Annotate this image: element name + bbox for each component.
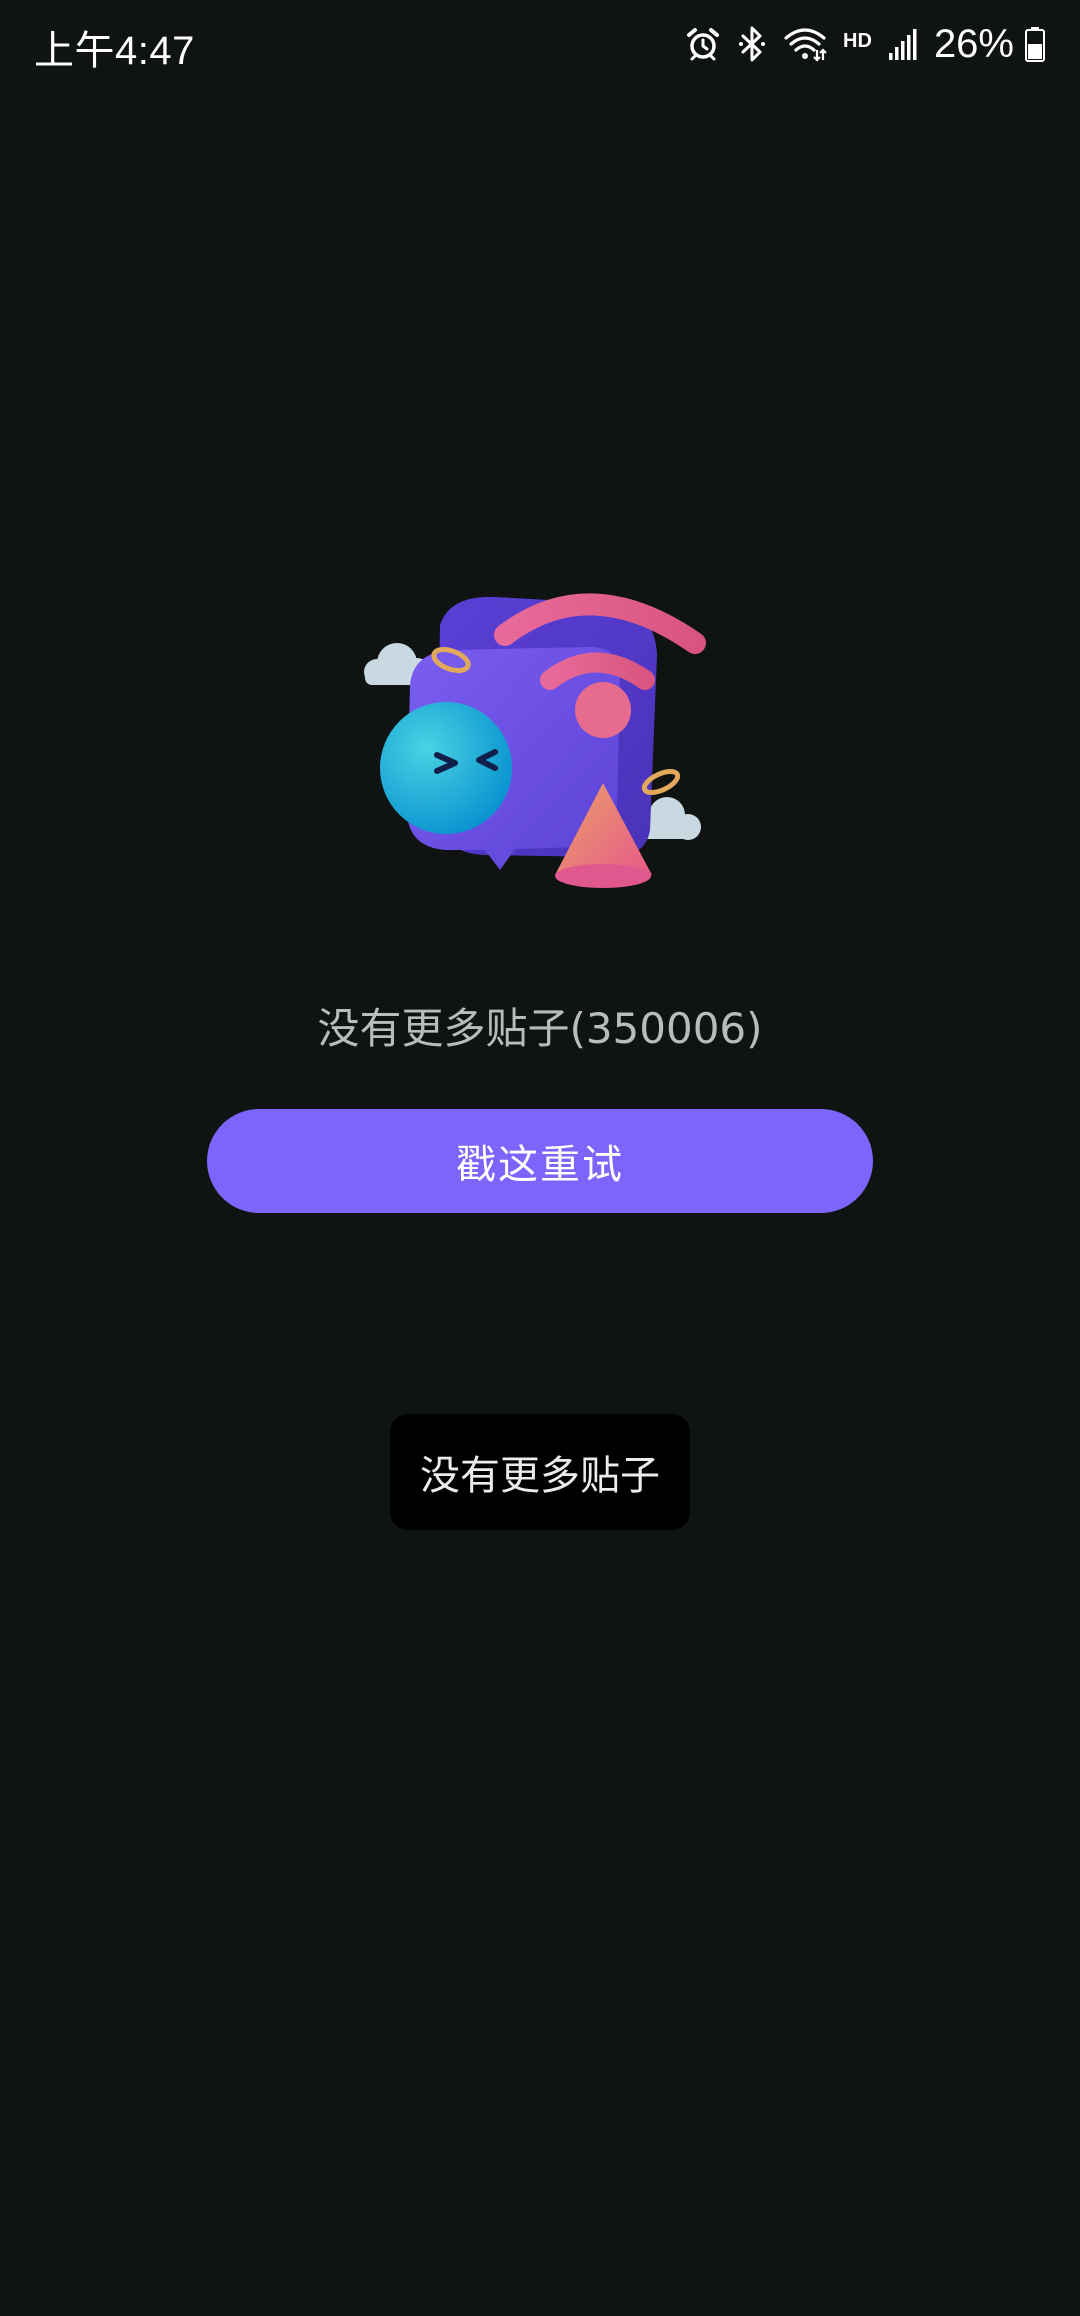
status-time: 上午4:47 xyxy=(34,29,195,73)
signal-icon xyxy=(888,27,918,61)
toast-message: 没有更多贴子 xyxy=(390,1414,690,1530)
bluetooth-icon xyxy=(737,25,767,63)
hd-label: HD xyxy=(843,29,872,52)
retry-button[interactable]: 戳这重试 xyxy=(207,1109,873,1213)
status-bar: 上午4:47 HD 26% xyxy=(0,0,1080,88)
screen: 上午4:47 HD 26% 没有更多贴子(350006) 戳这重试 没有更多贴子 xyxy=(0,0,1080,2316)
error-message: 没有更多贴子(350006) xyxy=(317,1004,763,1053)
status-icons: HD 26% xyxy=(685,16,1046,72)
wifi-icon xyxy=(783,26,827,62)
battery-icon xyxy=(1024,26,1046,62)
alarm-icon xyxy=(685,26,721,62)
no-network-illustration xyxy=(355,575,725,905)
battery-percent: 26% xyxy=(933,21,1014,66)
